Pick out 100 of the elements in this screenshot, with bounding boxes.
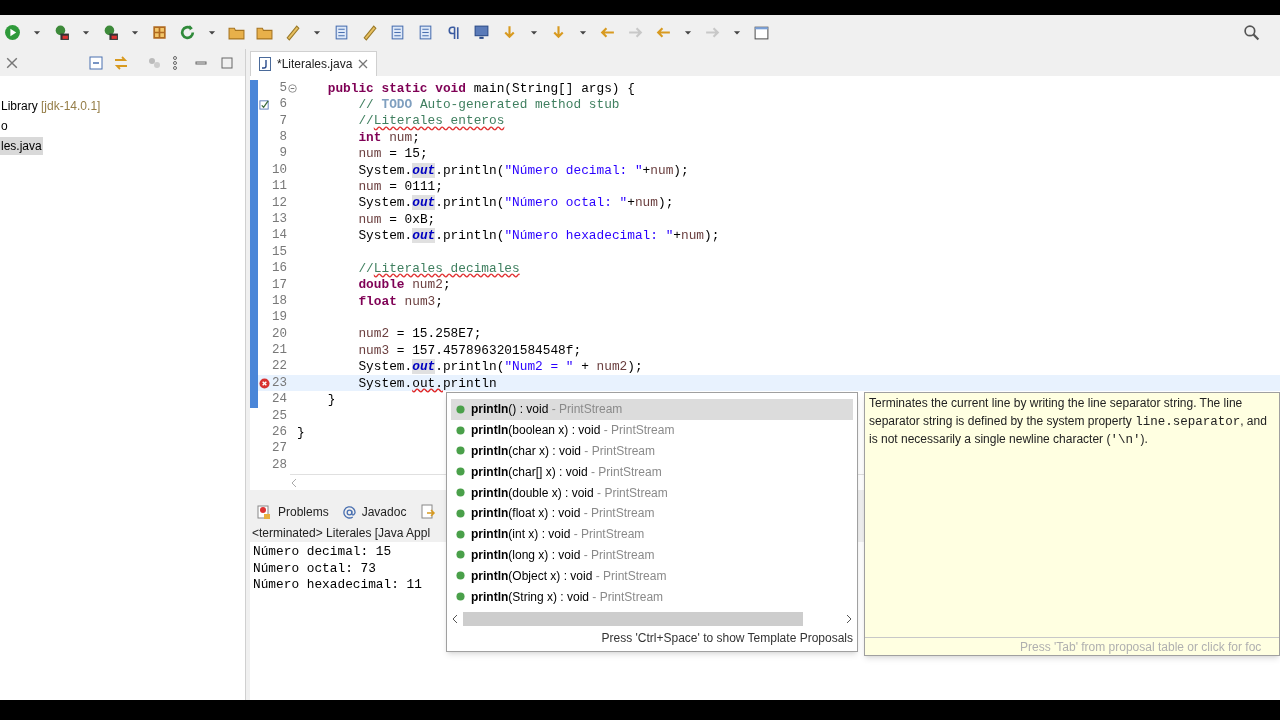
code-line: //Literales enteros — [357, 112, 505, 131]
tree-item[interactable]: o — [0, 117, 9, 135]
console-line: Número decimal: 15 — [253, 544, 392, 561]
pen-icon[interactable] — [361, 23, 378, 41]
proposal-item[interactable]: println(float x) : void - PrintStream — [451, 503, 853, 524]
line-number: 12 — [271, 194, 287, 212]
bug-icon[interactable] — [102, 23, 119, 41]
tree-item[interactable]: Library [jdk-14.0.1] — [0, 97, 102, 115]
line-number: 9 — [278, 145, 287, 163]
code-line: System.out.println("Número hexadecimal: "+num); — [357, 227, 720, 246]
code-line: // TODO Auto-generated method stub — [357, 96, 620, 114]
java-file-icon — [259, 57, 271, 71]
method-icon — [456, 529, 465, 539]
console-line: Número hexadecimal: 11 — [253, 577, 422, 594]
method-icon — [456, 550, 465, 560]
code-line: int num; — [357, 128, 420, 147]
proposal-item[interactable]: println(String x) : void - PrintStream — [451, 586, 853, 607]
proposal-item[interactable]: println(Object x) : void - PrintStream — [451, 565, 853, 587]
console-line: Número octal: 73 — [253, 560, 376, 577]
code-line: num2 = 15.258E7; — [357, 325, 482, 344]
code-line: float num3; — [357, 292, 443, 311]
line-number: 10 — [271, 161, 287, 179]
close-icon[interactable] — [6, 56, 18, 69]
completion-hint: Press 'Ctrl+Space' to show Template Proposals — [600, 630, 854, 647]
proposal-item[interactable]: println(long x) : void - PrintStream — [451, 544, 853, 566]
method-icon — [456, 592, 465, 602]
method-icon — [456, 467, 465, 477]
pen-icon[interactable] — [284, 23, 301, 41]
line-number: 8 — [278, 129, 287, 146]
code-line: public static void main(String[] args) { — [326, 79, 635, 98]
run-icon[interactable] — [4, 23, 21, 41]
line-number: 24 — [271, 391, 287, 409]
code-line: num = 0111; — [357, 177, 443, 196]
line-number: 14 — [271, 227, 287, 245]
code-line: double num2; — [357, 276, 451, 295]
proposal-item[interactable]: println(double x) : void - PrintStream — [451, 482, 853, 503]
method-icon — [456, 571, 465, 581]
code-line: } — [297, 423, 305, 442]
scroll-right-icon[interactable] — [845, 614, 853, 624]
scroll-left-icon[interactable] — [451, 614, 459, 624]
line-number: 13 — [271, 210, 287, 228]
javadoc-text: Terminates the current line by writing the line separator string. The line separator string is defined by the system property line.separator, and is not necessarily a single newline character ('\n'). — [868, 395, 1268, 449]
document-icon[interactable] — [333, 23, 350, 41]
code-line: System.out.println("Num2 = " + num2); — [357, 358, 643, 377]
search-icon[interactable] — [1243, 23, 1260, 41]
grid-icon[interactable] — [151, 23, 168, 41]
paragraph-icon[interactable] — [445, 23, 462, 41]
collapse-icon[interactable] — [287, 83, 297, 93]
line-number: 22 — [271, 358, 287, 376]
bug-icon[interactable] — [53, 23, 70, 41]
line-number: 26 — [271, 424, 287, 442]
close-icon[interactable] — [358, 59, 369, 69]
monitor-icon[interactable] — [473, 23, 490, 41]
line-number: 16 — [271, 260, 287, 278]
tree-item[interactable]: les.java — [0, 137, 43, 155]
code-line: System.out.println — [357, 374, 497, 393]
document-icon[interactable] — [389, 23, 406, 41]
proposal-item[interactable]: println() : void - PrintStream — [451, 399, 853, 420]
line-number: 17 — [271, 276, 287, 294]
method-icon — [456, 425, 465, 435]
error-icon — [258, 377, 270, 389]
line-number: 25 — [271, 407, 287, 425]
proposal-item[interactable]: println(int x) : void - PrintStream — [451, 523, 853, 545]
code-line: num = 15; — [357, 145, 428, 164]
line-number: 6 — [278, 96, 287, 114]
line-number: 20 — [271, 325, 287, 343]
refresh-icon[interactable] — [179, 23, 196, 41]
line-number: 28 — [271, 456, 287, 474]
proposal-item[interactable]: println(char x) : void - PrintStream — [451, 440, 853, 462]
link-icon[interactable] — [113, 55, 129, 70]
code-line: num = 0xB; — [357, 210, 436, 229]
line-number: 19 — [271, 309, 287, 327]
line-number: 21 — [271, 342, 287, 360]
line-number: 7 — [278, 112, 287, 130]
maximize-icon[interactable] — [221, 56, 233, 69]
editor-tab[interactable]: *Literales.java — [250, 51, 378, 76]
problems-icon — [256, 504, 272, 520]
code-line: num3 = 157.4578963201584548f; — [357, 341, 582, 360]
line-number: 15 — [271, 243, 287, 261]
line-number: 11 — [271, 178, 287, 196]
at-sign-icon — [342, 505, 356, 519]
code-line: System.out.println("Número decimal: "+num); — [357, 161, 689, 180]
proposal-item[interactable]: println(char[] x) : void - PrintStream — [451, 461, 853, 483]
document-icon[interactable] — [417, 23, 434, 41]
collapse-icon[interactable] — [89, 55, 103, 70]
scrollbar-thumb[interactable] — [463, 612, 803, 626]
declaration-icon — [420, 504, 437, 520]
proposal-item[interactable]: println(boolean x) : void - PrintStream — [451, 419, 853, 441]
code-line: } — [326, 391, 336, 410]
line-number: 18 — [271, 292, 287, 310]
code-line: System.out.println("Número octal: "+num); — [357, 194, 674, 213]
panel-tab[interactable]: Javadoc — [361, 503, 407, 521]
line-number: 5 — [278, 79, 287, 97]
panel-tab[interactable]: Problems — [278, 503, 329, 521]
code-line: //Literales decimales — [357, 259, 520, 278]
more-icon[interactable] — [173, 55, 177, 70]
line-number: 27 — [271, 440, 287, 458]
line-number: 23 — [271, 374, 287, 392]
method-icon — [456, 446, 465, 456]
method-icon — [456, 404, 465, 414]
